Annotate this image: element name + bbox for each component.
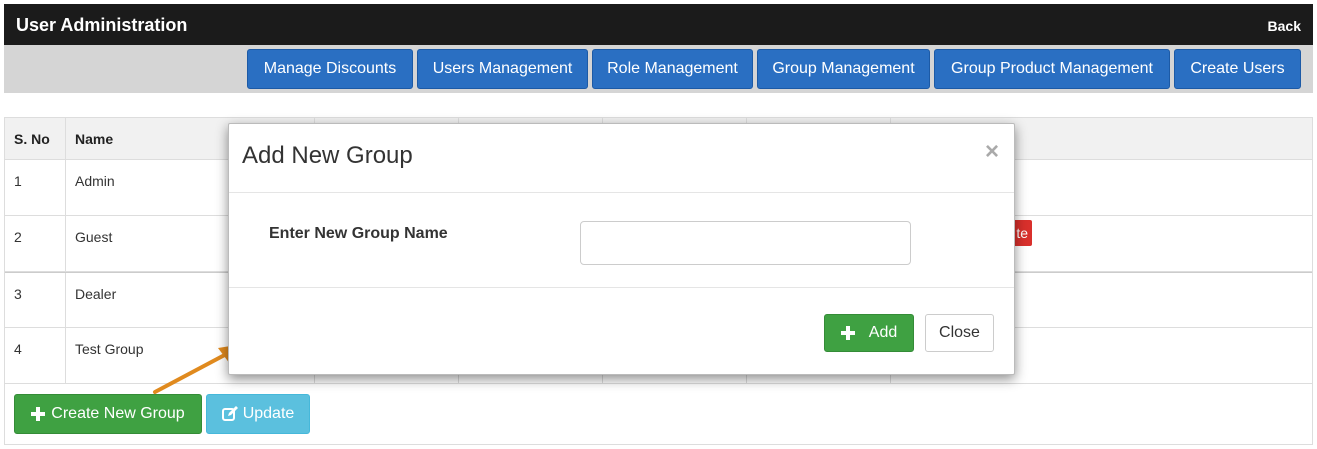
update-button[interactable]: Update [206,394,310,434]
create-users-button[interactable]: Create Users [1174,49,1301,89]
update-label: Update [242,405,295,422]
row-sno: 2 [5,216,66,271]
nav-bar: Manage Discounts Users Management Role M… [4,45,1313,93]
modal-body: Enter New Group Name [229,193,1014,288]
group-product-management-button[interactable]: Group Product Management [934,49,1170,89]
page-title: User Administration [16,15,188,35]
close-icon[interactable]: × [985,138,999,166]
row-sno: 1 [5,160,66,215]
close-button[interactable]: Close [925,314,994,352]
create-new-group-button[interactable]: Create New Group [14,394,202,434]
row-sno: 4 [5,328,66,383]
add-button[interactable]: Add [824,314,914,352]
modal-header: Add New Group × [229,124,1014,193]
create-new-group-label: Create New Group [51,405,185,422]
group-name-input[interactable] [580,221,911,265]
manage-discounts-button[interactable]: Manage Discounts [247,49,413,89]
group-name-label: Enter New Group Name [269,225,448,242]
column-header-sno: S. No [5,118,66,159]
modal-title: Add New Group [242,142,413,169]
app-header: User Administration Back [4,4,1313,45]
back-link[interactable]: Back [1268,18,1301,34]
delete-label: te [1016,225,1028,241]
edit-icon [221,406,238,421]
add-group-modal: Add New Group × Enter New Group Name Add… [228,123,1015,375]
row-sno: 3 [5,273,66,328]
users-management-button[interactable]: Users Management [417,49,588,89]
add-label: Add [868,324,898,341]
plus-icon [31,407,46,421]
group-management-button[interactable]: Group Management [757,49,930,89]
role-management-button[interactable]: Role Management [592,49,753,89]
plus-icon [840,326,855,340]
